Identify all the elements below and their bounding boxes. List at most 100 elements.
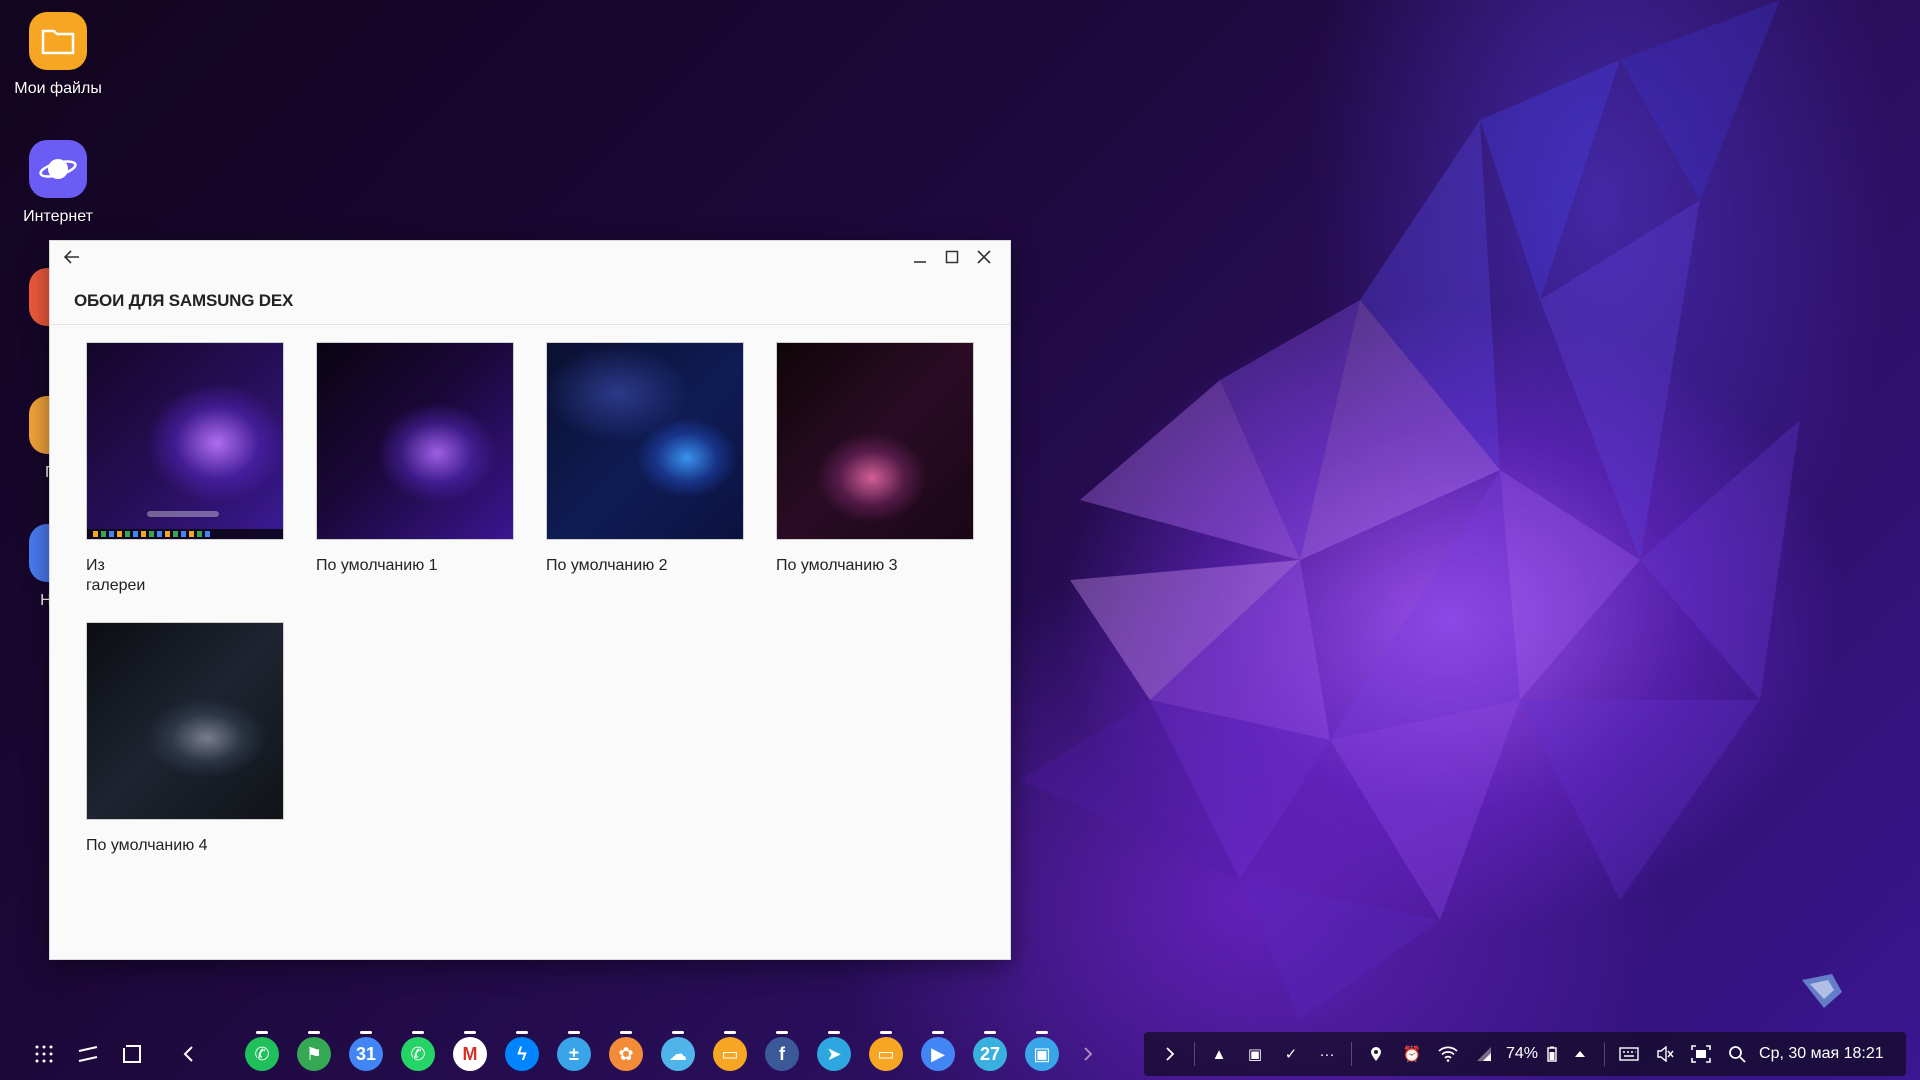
location-icon[interactable] (1358, 1032, 1394, 1076)
dock-app-facebook[interactable]: f (756, 1031, 808, 1076)
minimize-icon[interactable] (908, 245, 932, 269)
app-dock: ✆ ⚑ 31 ✆ Mϟ ± ✿ ☁ ▭ f ➤ ▭ ▶ 27 ▣ (236, 1031, 1108, 1076)
maximize-icon[interactable] (940, 245, 964, 269)
dock-next-icon[interactable] (1068, 1032, 1108, 1076)
facebook-icon: f (765, 1037, 799, 1071)
title-divider (50, 324, 1010, 325)
alarm-icon[interactable]: ⏰ (1394, 1032, 1430, 1076)
back-arrow-icon[interactable] (60, 245, 84, 269)
home-icon[interactable] (110, 1032, 154, 1076)
desktop-icon-label: Интернет (23, 208, 93, 225)
folder-icon: ▭ (869, 1037, 903, 1071)
dock-app-calculator[interactable]: ± (548, 1031, 600, 1076)
close-icon[interactable] (972, 245, 996, 269)
date-time: Ср, 30 мая 18:21 (1759, 1045, 1884, 1062)
keyboard-icon[interactable] (1611, 1032, 1647, 1076)
wallpaper-label: По умолчанию 4 (86, 837, 208, 854)
wallpaper-tile-default-4[interactable]: По умолчанию 4 (86, 622, 284, 856)
chevron-up-icon[interactable] (1562, 1032, 1598, 1076)
watermark-logo (1802, 974, 1842, 1008)
battery-icon[interactable] (1542, 1032, 1562, 1076)
desktop-icon-label: Мои файлы (14, 80, 102, 97)
search-icon[interactable] (1719, 1032, 1755, 1076)
running-indicator (568, 1031, 580, 1034)
more-icon[interactable]: ··· (1309, 1032, 1345, 1076)
planet-icon (29, 140, 87, 198)
dock-app-samsung-calendar[interactable]: 27 (964, 1031, 1016, 1076)
weather-icon: ☁ (661, 1037, 695, 1071)
files-icon: ▭ (713, 1037, 747, 1071)
messenger-icon: ϟ (505, 1037, 539, 1071)
dock-app-gallery[interactable]: ▣ (1016, 1031, 1068, 1076)
wallpaper-label: По умолчанию 3 (776, 557, 898, 574)
navigation-icon[interactable]: ▲ (1201, 1032, 1237, 1076)
chevron-right-icon[interactable] (1152, 1032, 1188, 1076)
running-indicator (672, 1031, 684, 1034)
dock-app-telegram[interactable]: ➤ (808, 1031, 860, 1076)
phone-icon: ✆ (245, 1037, 279, 1071)
dock-app-calendar[interactable]: 31 (340, 1031, 392, 1076)
wallpaper-window: ОБОИ ДЛЯ SAMSUNG DEX Из галереи По умолч… (49, 240, 1011, 960)
running-indicator (984, 1031, 996, 1034)
dock-app-phone[interactable]: ✆ (236, 1031, 288, 1076)
taskbar-nav (22, 1032, 210, 1076)
wallpaper-tile-default-3[interactable]: По умолчанию 3 (776, 342, 974, 576)
gallery-icon: ▣ (1025, 1037, 1059, 1071)
wallpaper-thumbnail[interactable] (546, 342, 744, 540)
recent-apps-icon[interactable] (66, 1032, 110, 1076)
calculator-icon: ± (557, 1037, 591, 1071)
wallpaper-thumbnail[interactable] (316, 342, 514, 540)
image-icon[interactable]: ▣ (1237, 1032, 1273, 1076)
dock-app-video-player[interactable]: ▶ (912, 1031, 964, 1076)
samsung-calendar-icon: 27 (973, 1037, 1007, 1071)
running-indicator (932, 1031, 944, 1034)
battery-percentage: 74% (1506, 1045, 1539, 1062)
back-icon[interactable] (166, 1032, 210, 1076)
wallpaper-tile-default-2[interactable]: По умолчанию 2 (546, 342, 744, 576)
telegram-icon: ➤ (817, 1037, 851, 1071)
wifi-icon[interactable] (1430, 1032, 1466, 1076)
system-tray: ▲ ▣ ✓ ··· ⏰ 74% Ср, 30 мая 18:21 (1144, 1032, 1906, 1076)
checkmark-icon[interactable]: ✓ (1273, 1032, 1309, 1076)
dock-app-folder[interactable]: ▭ (860, 1031, 912, 1076)
folder-icon (29, 12, 87, 70)
dock-app-maps[interactable]: ⚑ (288, 1031, 340, 1076)
wallpaper-thumbnail[interactable] (86, 342, 284, 540)
wallpaper-tile-default-1[interactable]: По умолчанию 1 (316, 342, 514, 576)
wallpaper-thumbnail[interactable] (776, 342, 974, 540)
wallpaper-tile-gallery[interactable]: Из галереи (86, 342, 284, 596)
dock-app-weather[interactable]: ☁ (652, 1031, 704, 1076)
dock-app-files[interactable]: ▭ (704, 1031, 756, 1076)
wallpaper-label: Из галереи (86, 557, 146, 594)
screenshot-icon[interactable] (1683, 1032, 1719, 1076)
window-titlebar[interactable] (50, 241, 1010, 271)
apps-grid-icon[interactable] (22, 1032, 66, 1076)
running-indicator (464, 1031, 476, 1034)
running-indicator (620, 1031, 632, 1034)
running-indicator (776, 1031, 788, 1034)
tray-separator (1194, 1042, 1195, 1066)
dock-app-whatsapp[interactable]: ✆ (392, 1031, 444, 1076)
running-indicator (516, 1031, 528, 1034)
running-indicator (256, 1031, 268, 1034)
desktop-icon-internet[interactable]: Интернет (8, 140, 108, 226)
mute-icon[interactable] (1647, 1032, 1683, 1076)
running-indicator (724, 1031, 736, 1034)
wallpaper-label: По умолчанию 1 (316, 557, 438, 574)
tray-separator (1351, 1042, 1352, 1066)
calendar-icon: 31 (349, 1037, 383, 1071)
dock-app-messenger[interactable]: ϟ (496, 1031, 548, 1076)
desktop-icon-my-files[interactable]: Мои файлы (8, 12, 108, 98)
signal-icon[interactable] (1466, 1032, 1502, 1076)
wallpaper-thumbnail[interactable] (86, 622, 284, 820)
dock-app-gmail[interactable]: M (444, 1031, 496, 1076)
running-indicator (360, 1031, 372, 1034)
dock-app-bixby[interactable]: ✿ (600, 1031, 652, 1076)
bixby-icon: ✿ (609, 1037, 643, 1071)
running-indicator (828, 1031, 840, 1034)
running-indicator (1036, 1031, 1048, 1034)
video-player-icon: ▶ (921, 1037, 955, 1071)
page-title: ОБОИ ДЛЯ SAMSUNG DEX (74, 291, 294, 310)
running-indicator (880, 1031, 892, 1034)
running-indicator (412, 1031, 424, 1034)
